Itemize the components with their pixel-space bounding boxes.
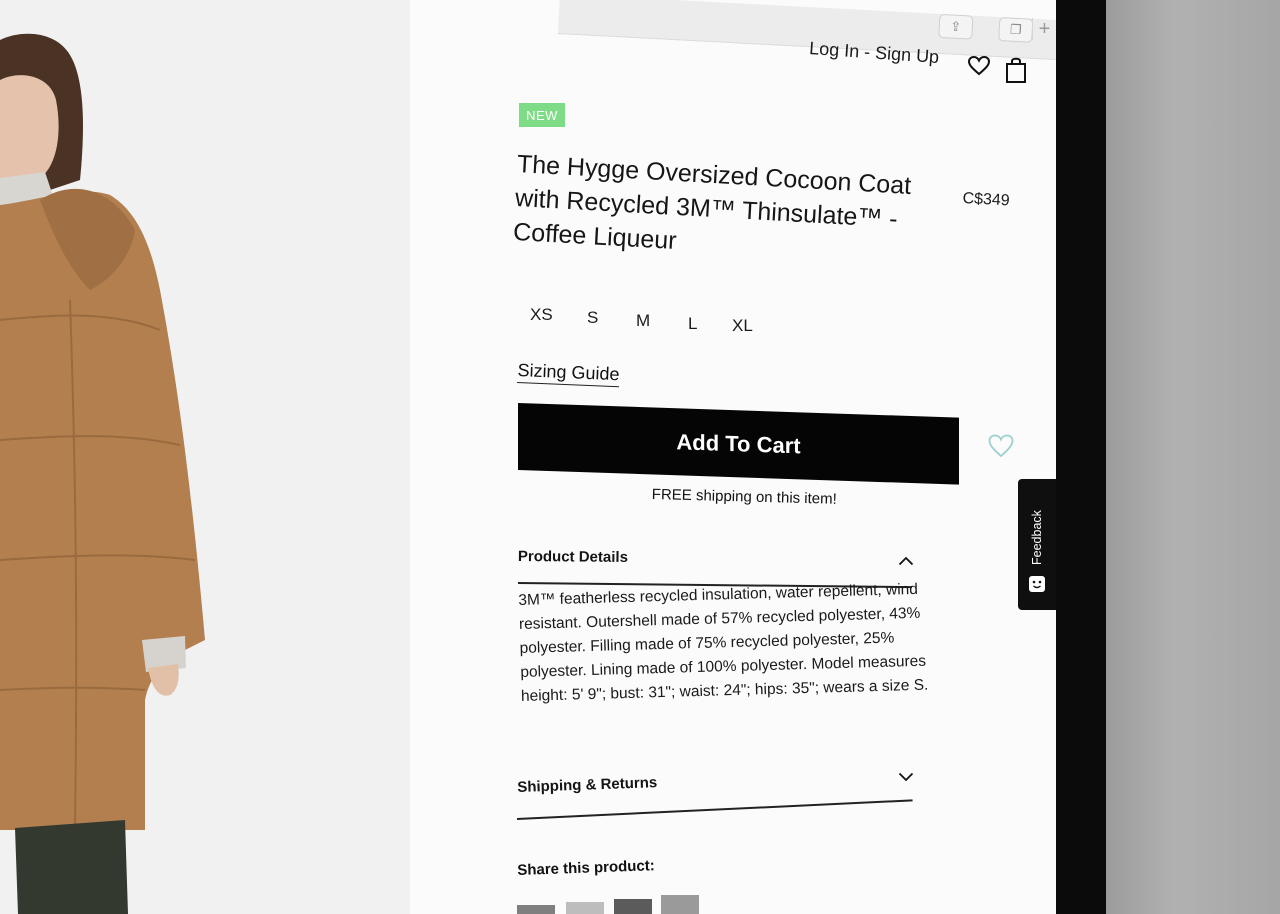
new-badge: NEW [519,103,565,127]
product-price: C$349 [962,190,1011,210]
product-details-toggle[interactable]: Product Details [518,548,628,566]
login-signup-link[interactable]: Log In - Sign Up [809,38,940,68]
add-to-cart-button[interactable]: Add To Cart [518,403,959,485]
size-option-l[interactable]: L [688,314,697,334]
sizing-guide-link[interactable]: Sizing Guide [517,360,620,388]
size-option-xl[interactable]: XL [732,316,753,336]
free-shipping-note: FREE shipping on this item! [651,486,838,508]
heart-icon[interactable] [967,55,991,81]
add-to-cart-label: Add To Cart [676,428,801,458]
browser-screen: ⇪ ❐ + Log In - Sign Up NEW The Hygge Ove… [0,0,1056,914]
background-wall [1104,0,1280,914]
size-option-xs[interactable]: XS [530,305,553,325]
monitor-bezel [1054,0,1106,914]
shipping-divider [516,799,913,820]
feedback-label: Feedback [1030,510,1044,565]
product-title: The Hygge Oversized Cocoon Coat with Rec… [512,149,912,255]
shopping-bag-icon[interactable] [1005,56,1027,89]
size-option-s[interactable]: S [587,308,598,328]
size-option-m[interactable]: M [636,311,650,331]
feedback-face-icon [1029,576,1045,592]
share-email-icon[interactable] [661,895,699,914]
share-pinterest-icon[interactable] [614,899,652,914]
product-page: Log In - Sign Up NEW The Hygge Oversized… [0,0,1056,914]
chevron-down-icon[interactable] [898,769,914,787]
feedback-tab[interactable]: Feedback [1018,479,1056,610]
product-details-body: 3M™ featherless recycled insulation, wat… [518,580,929,705]
chevron-up-icon[interactable] [898,553,914,571]
share-label: Share this product: [517,857,656,879]
wishlist-heart-icon[interactable] [988,434,1014,463]
share-twitter-icon[interactable] [566,902,604,914]
shipping-returns-toggle[interactable]: Shipping & Returns [517,774,658,796]
share-facebook-icon[interactable] [517,905,555,914]
